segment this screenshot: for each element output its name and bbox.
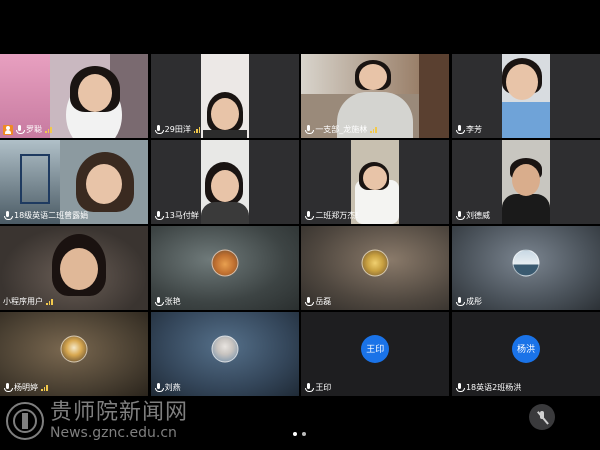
microphone-icon	[15, 125, 25, 134]
microphone-icon	[3, 383, 13, 392]
participant-label: 成彤	[455, 295, 482, 308]
participant-tile[interactable]: 29田洋	[150, 54, 299, 138]
microphone-icon	[154, 297, 164, 306]
participant-label: 18级英语二班曾露娟	[3, 209, 88, 222]
microphone-icon	[455, 297, 465, 306]
participant-label: 13马付鲜	[154, 209, 199, 222]
participant-tile[interactable]: 二班郑万杰!	[301, 140, 450, 224]
participant-label: 张艳	[154, 295, 181, 308]
participant-label: 29田洋	[154, 123, 201, 136]
page-dot[interactable]	[293, 432, 297, 436]
watermark-title: 贵师院新闻网	[50, 400, 189, 425]
microphone-icon	[304, 297, 315, 306]
participant-tile[interactable]: 张艳	[150, 226, 299, 310]
participant-tile[interactable]: 杨洪 18英语2班杨洪	[451, 312, 600, 396]
signal-strength-icon	[193, 126, 201, 133]
participant-tile[interactable]: 刘德威	[451, 140, 600, 224]
signal-strength-icon	[41, 384, 48, 391]
microphone-icon	[455, 211, 465, 220]
participant-tile[interactable]: 一支部_龙施林	[301, 54, 450, 138]
microphone-icon	[455, 125, 465, 134]
signal-strength-icon	[46, 298, 53, 305]
participant-name: 13马付鲜	[164, 211, 199, 220]
participant-name: 杨明婷	[14, 383, 38, 392]
participant-tile[interactable]: 王印 王印	[301, 312, 450, 396]
mute-microphone-button[interactable]	[529, 404, 555, 430]
participant-name: 小程序用户	[3, 297, 43, 306]
microphone-icon	[304, 383, 315, 392]
participant-tile[interactable]: 岳磊	[301, 226, 450, 310]
participant-label: 罗聪	[3, 123, 52, 136]
text-avatar: 王印	[361, 334, 390, 363]
participant-label: 杨明婷	[3, 381, 48, 394]
profile-avatar	[361, 249, 389, 277]
participant-name: 一支部_龙施林	[315, 125, 368, 134]
watermark-url: News.gznc.edu.cn	[50, 425, 177, 441]
microphone-icon	[154, 125, 164, 134]
participant-label: 岳磊	[304, 295, 331, 308]
watermark-text: 贵师院新闻网 News.gznc.edu.cn	[50, 400, 189, 442]
participant-name: 刘燕	[164, 383, 181, 392]
participant-name: 刘德威	[465, 211, 490, 220]
participant-name: 岳磊	[315, 297, 332, 306]
participant-label: 刘燕	[154, 381, 181, 394]
school-logo-icon	[6, 402, 44, 440]
participant-tile[interactable]: 李芳	[451, 54, 600, 138]
microphone-icon	[304, 211, 315, 220]
microphone-icon	[455, 383, 465, 392]
participant-name: 罗聪	[26, 125, 42, 134]
participant-tile[interactable]: 罗聪	[0, 54, 148, 138]
participant-label: 二班郑万杰!	[304, 209, 359, 222]
microphone-icon	[154, 211, 164, 220]
microphone-icon	[304, 125, 315, 134]
participant-label: 一支部_龙施林	[304, 123, 377, 136]
microphone-icon	[154, 383, 164, 392]
participant-name: 二班郑万杰!	[315, 211, 359, 220]
participant-tile[interactable]: 成彤	[451, 226, 600, 310]
watermark: 贵师院新闻网 News.gznc.edu.cn	[6, 398, 188, 444]
muted-microphone-icon	[536, 410, 548, 424]
page-dot[interactable]	[302, 432, 306, 436]
profile-avatar	[512, 249, 540, 277]
signal-strength-icon	[370, 126, 377, 133]
participant-name: 张艳	[164, 297, 181, 306]
participant-label: 王印	[304, 381, 331, 394]
signal-strength-icon	[45, 126, 52, 133]
participant-name: 李芳	[465, 125, 482, 134]
participant-label: 李芳	[455, 123, 482, 136]
video-grid: 罗聪 29田洋 一支部_龙施林 李芳 18级英语二班曾露娟 13马付鲜 二班郑万…	[0, 54, 600, 396]
participant-name: 成彤	[465, 297, 482, 306]
participant-name: 18级英语二班曾露娟	[14, 211, 89, 220]
participant-tile[interactable]: 刘燕	[150, 312, 299, 396]
profile-avatar	[211, 335, 239, 363]
profile-avatar	[211, 249, 239, 277]
participant-name: 18英语2班杨洪	[465, 383, 522, 392]
participant-tile[interactable]: 杨明婷	[0, 312, 148, 396]
participant-name: 29田洋	[164, 125, 191, 134]
text-avatar: 杨洪	[511, 334, 540, 363]
host-icon	[3, 124, 13, 135]
participant-name: 王印	[315, 383, 332, 392]
profile-avatar	[60, 335, 88, 363]
participant-label: 刘德威	[455, 209, 490, 222]
page-indicator[interactable]	[293, 432, 306, 436]
participant-tile[interactable]: 18级英语二班曾露娟	[0, 140, 148, 224]
participant-tile[interactable]: 13马付鲜	[150, 140, 299, 224]
participant-label: 18英语2班杨洪	[455, 381, 521, 394]
participant-tile[interactable]: 小程序用户	[0, 226, 148, 310]
participant-label: 小程序用户	[3, 295, 53, 308]
microphone-icon	[3, 211, 13, 220]
